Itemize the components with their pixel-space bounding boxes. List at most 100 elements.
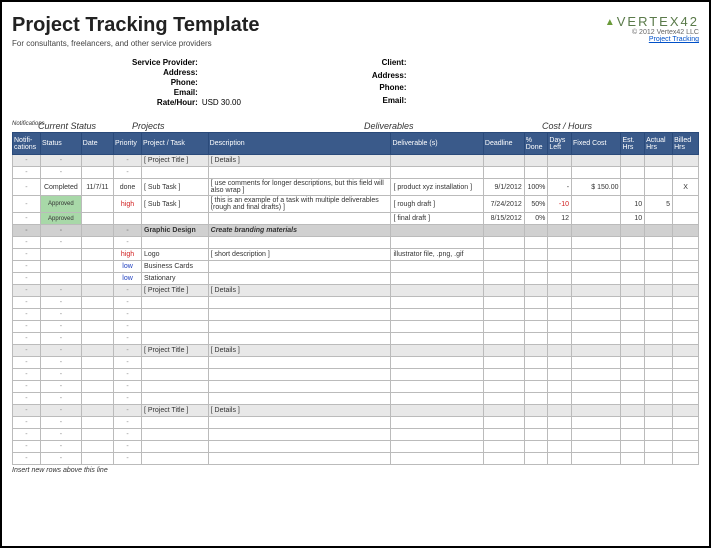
cell[interactable] [548, 453, 572, 465]
cell[interactable] [483, 417, 524, 429]
cell[interactable] [40, 261, 81, 273]
cell[interactable] [572, 249, 621, 261]
cell[interactable] [645, 417, 673, 429]
cell[interactable] [548, 417, 572, 429]
cell[interactable] [142, 369, 209, 381]
col-deadline[interactable]: Deadline [483, 133, 524, 155]
cell[interactable]: [ Sub Task ] [142, 179, 209, 196]
cell[interactable] [391, 417, 483, 429]
cell[interactable] [483, 369, 524, 381]
cell[interactable]: low [114, 261, 142, 273]
cell[interactable] [645, 357, 673, 369]
cell[interactable]: - [13, 285, 41, 297]
cell[interactable] [81, 441, 113, 453]
table-row[interactable]: --- [13, 441, 699, 453]
cell[interactable]: - [13, 453, 41, 465]
cell[interactable] [81, 369, 113, 381]
cell[interactable] [673, 405, 699, 417]
cell[interactable] [621, 309, 645, 321]
cell[interactable] [645, 405, 673, 417]
cell[interactable] [142, 441, 209, 453]
cell[interactable]: - [40, 381, 81, 393]
cell[interactable] [208, 441, 391, 453]
col-act[interactable]: Actual Hrs [645, 133, 673, 155]
cell[interactable]: 0% [524, 213, 548, 225]
cell[interactable]: - [13, 213, 41, 225]
cell[interactable]: - [114, 237, 142, 249]
table-row[interactable]: --- [13, 369, 699, 381]
cell[interactable] [208, 333, 391, 345]
cell[interactable] [548, 155, 572, 167]
cell[interactable]: X [673, 179, 699, 196]
cell[interactable] [645, 249, 673, 261]
cell[interactable] [621, 417, 645, 429]
cell[interactable]: - [114, 393, 142, 405]
cell[interactable]: 10 [621, 196, 645, 213]
cell[interactable]: - [13, 381, 41, 393]
cell[interactable] [673, 285, 699, 297]
cell[interactable]: Approved [40, 196, 81, 213]
cell[interactable] [391, 273, 483, 285]
cell[interactable] [391, 369, 483, 381]
cell[interactable] [483, 261, 524, 273]
cell[interactable]: 8/15/2012 [483, 213, 524, 225]
cell[interactable]: - [13, 345, 41, 357]
cell[interactable] [645, 345, 673, 357]
cell[interactable] [645, 381, 673, 393]
cell[interactable]: illustrator file, .png, .gif [391, 249, 483, 261]
cell[interactable] [548, 167, 572, 179]
cell[interactable]: - [114, 381, 142, 393]
cell[interactable]: [ Project Title ] [142, 345, 209, 357]
cell[interactable] [673, 453, 699, 465]
cell[interactable] [645, 321, 673, 333]
cell[interactable]: - [13, 309, 41, 321]
cell[interactable]: - [114, 309, 142, 321]
cell[interactable] [391, 309, 483, 321]
col-done[interactable]: % Done [524, 133, 548, 155]
cell[interactable]: - [114, 297, 142, 309]
cell[interactable] [142, 167, 209, 179]
table-row[interactable]: --- [13, 453, 699, 465]
cell[interactable] [621, 249, 645, 261]
email-value[interactable] [202, 88, 262, 97]
table-row[interactable]: -Approved[ final draft ]8/15/20120%1210 [13, 213, 699, 225]
table-row[interactable]: --- [13, 417, 699, 429]
cell[interactable]: [ Project Title ] [142, 155, 209, 167]
cell[interactable] [572, 167, 621, 179]
cell[interactable]: - [40, 225, 81, 237]
cell[interactable]: done [114, 179, 142, 196]
cell[interactable]: - [40, 321, 81, 333]
cell[interactable] [483, 285, 524, 297]
cell[interactable]: - [114, 441, 142, 453]
cell[interactable] [572, 273, 621, 285]
cell[interactable] [621, 167, 645, 179]
cell[interactable] [81, 405, 113, 417]
cell[interactable] [572, 357, 621, 369]
cell[interactable] [572, 309, 621, 321]
cell[interactable] [645, 285, 673, 297]
cell[interactable] [81, 167, 113, 179]
cell[interactable] [208, 381, 391, 393]
cell[interactable] [391, 225, 483, 237]
cell[interactable]: - [40, 285, 81, 297]
cell[interactable] [483, 429, 524, 441]
cell[interactable] [548, 429, 572, 441]
cell[interactable] [142, 321, 209, 333]
table-row[interactable]: -highLogo[ short description ]illustrato… [13, 249, 699, 261]
cell[interactable] [673, 196, 699, 213]
cell[interactable] [81, 249, 113, 261]
table-row[interactable]: --- [13, 297, 699, 309]
cell[interactable]: [ this is an example of a task with mult… [208, 196, 391, 213]
cell[interactable] [142, 393, 209, 405]
cell[interactable] [40, 273, 81, 285]
cell[interactable] [81, 357, 113, 369]
cell[interactable] [391, 381, 483, 393]
cell[interactable]: -10 [548, 196, 572, 213]
cell[interactable]: - [13, 393, 41, 405]
cell[interactable] [572, 429, 621, 441]
cell[interactable] [645, 225, 673, 237]
cell[interactable] [572, 345, 621, 357]
cell[interactable]: 5 [645, 196, 673, 213]
cell[interactable] [572, 285, 621, 297]
cell[interactable] [81, 321, 113, 333]
